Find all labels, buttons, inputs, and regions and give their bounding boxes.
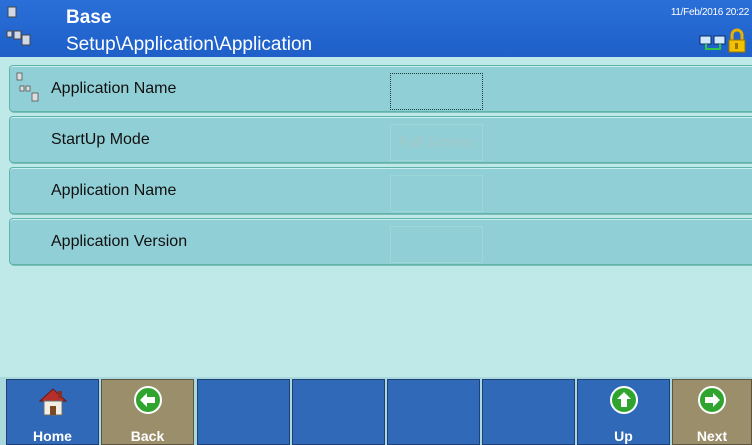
up-button[interactable]: Up <box>577 379 670 445</box>
datetime-display: 11/Feb/2016 20:22 <box>670 7 749 18</box>
up-label: Up <box>614 428 633 444</box>
back-arrow-icon <box>133 386 162 414</box>
row-startup-mode[interactable]: StartUp Mode Full Screen <box>9 116 752 163</box>
home-button[interactable]: Home <box>6 379 99 445</box>
network-lock-status-icon <box>699 28 746 53</box>
application-name-field[interactable] <box>390 73 483 110</box>
application-name-field-2[interactable] <box>390 175 483 212</box>
startup-mode-field[interactable]: Full Screen <box>390 124 483 161</box>
hierarchy-icon <box>6 6 31 46</box>
row-application-name-2[interactable]: Application Name <box>9 167 752 214</box>
row-application-name[interactable]: Application Name <box>9 65 752 112</box>
row-application-version[interactable]: Application Version <box>9 218 752 265</box>
application-version-field[interactable] <box>390 226 483 263</box>
tree-icon <box>16 72 39 102</box>
softkey-bar: Home Back Up Next <box>0 377 752 445</box>
next-label: Next <box>696 428 728 444</box>
home-label: Home <box>33 428 72 444</box>
parameter-list: Application Name StartUp Mode Full Scree… <box>0 57 752 377</box>
row-label: Application Name <box>51 182 177 199</box>
next-button[interactable]: Next <box>672 379 752 445</box>
row-label: Application Name <box>51 80 177 97</box>
home-icon <box>38 388 67 416</box>
softkey-4[interactable] <box>292 379 385 445</box>
softkey-3[interactable] <box>197 379 290 445</box>
back-button[interactable]: Back <box>101 379 194 445</box>
row-label: StartUp Mode <box>51 131 150 148</box>
breadcrumb: Setup\Application\Application <box>66 34 313 55</box>
back-label: Back <box>130 428 165 444</box>
up-arrow-icon <box>609 386 638 414</box>
softkey-6[interactable] <box>482 379 575 445</box>
next-arrow-icon <box>698 386 726 414</box>
title-bar: Base Setup\Application\Application 11/Fe… <box>0 0 752 57</box>
page-title: Base <box>66 7 112 28</box>
softkey-5[interactable] <box>387 379 480 445</box>
row-label: Application Version <box>51 233 188 250</box>
